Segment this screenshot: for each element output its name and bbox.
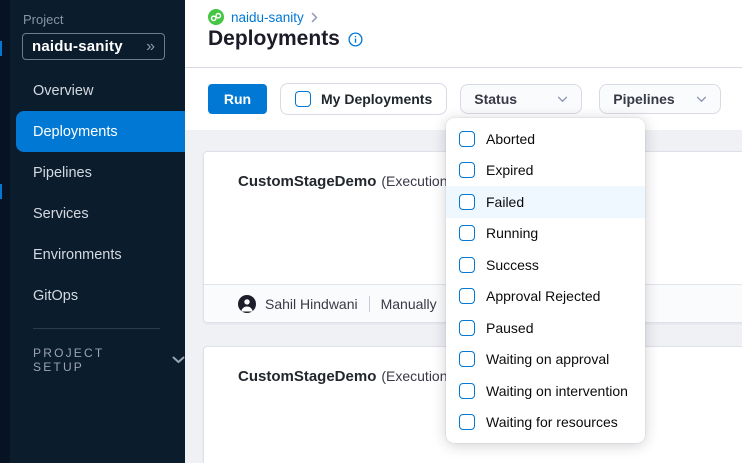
menu-item-waiting-on-intervention[interactable]: Waiting on intervention: [446, 375, 645, 407]
sidebar-item-services[interactable]: Services: [0, 193, 185, 234]
sidebar-divider: [33, 328, 160, 329]
menu-item-waiting-for-resources[interactable]: Waiting for resources: [446, 407, 645, 439]
cd-module-icon: [208, 9, 224, 25]
menu-checkbox[interactable]: [459, 162, 475, 178]
sidebar-item-pipelines[interactable]: Pipelines: [0, 152, 185, 193]
menu-checkbox[interactable]: [459, 351, 475, 367]
pipelines-filter-dropdown[interactable]: Pipelines: [599, 84, 721, 114]
menu-item-waiting-on-approval[interactable]: Waiting on approval: [446, 344, 645, 376]
menu-item-label: Waiting on intervention: [486, 383, 628, 399]
title-row: Deployments: [208, 27, 742, 51]
page-header: naidu-sanity Deployments: [185, 0, 742, 68]
page-title: Deployments: [208, 27, 340, 51]
pipelines-filter-label: Pipelines: [613, 91, 674, 107]
breadcrumb: naidu-sanity: [208, 9, 742, 25]
menu-item-label: Expired: [486, 162, 533, 178]
menu-item-running[interactable]: Running: [446, 218, 645, 250]
menu-item-label: Approval Rejected: [486, 288, 600, 304]
project-setup-label: PROJECT SETUP: [33, 346, 146, 374]
menu-checkbox[interactable]: [459, 288, 475, 304]
my-deployments-checkbox[interactable]: [295, 91, 311, 107]
sidebar-nav: Overview Deployments Pipelines Services …: [0, 70, 185, 374]
run-button[interactable]: Run: [208, 84, 267, 114]
project-sidebar: Project naidu-sanity » Overview Deployme…: [0, 0, 185, 463]
avatar: [238, 295, 256, 313]
project-setup-section[interactable]: PROJECT SETUP: [0, 346, 185, 374]
menu-checkbox[interactable]: [459, 194, 475, 210]
menu-checkbox[interactable]: [459, 414, 475, 430]
project-label: Project: [23, 12, 63, 27]
sidebar-item-label: Deployments: [33, 124, 118, 140]
pipeline-name[interactable]: CustomStageDemo: [238, 368, 376, 385]
my-deployments-filter[interactable]: My Deployments: [280, 83, 447, 115]
chevron-down-icon: [172, 356, 185, 364]
sidebar-item-label: GitOps: [33, 288, 78, 304]
main-area: naidu-sanity Deployments Run My Deployme…: [185, 0, 742, 463]
info-icon[interactable]: [348, 32, 363, 47]
menu-item-label: Running: [486, 225, 538, 241]
menu-item-label: Aborted: [486, 131, 535, 147]
menu-checkbox[interactable]: [459, 131, 475, 147]
menu-item-failed[interactable]: Failed: [446, 186, 645, 218]
menu-checkbox[interactable]: [459, 225, 475, 241]
chevron-down-icon: [557, 96, 568, 103]
project-name: naidu-sanity: [32, 38, 146, 55]
sidebar-item-label: Services: [33, 206, 89, 222]
menu-item-approval-rejected[interactable]: Approval Rejected: [446, 281, 645, 313]
sidebar-item-gitops[interactable]: GitOps: [0, 275, 185, 316]
chevron-down-icon: [696, 96, 707, 103]
menu-item-aborted[interactable]: Aborted: [446, 123, 645, 155]
status-filter-menu: Aborted Expired Failed Running Success A…: [446, 118, 645, 443]
status-filter-label: Status: [474, 91, 517, 107]
sidebar-item-label: Pipelines: [33, 165, 92, 181]
sidebar-item-environments[interactable]: Environments: [0, 234, 185, 275]
menu-item-label: Failed: [486, 194, 524, 210]
pipeline-name[interactable]: CustomStageDemo: [238, 173, 376, 190]
menu-checkbox[interactable]: [459, 320, 475, 336]
footer-separator: [369, 296, 370, 312]
module-indicator: [0, 41, 2, 56]
menu-item-paused[interactable]: Paused: [446, 312, 645, 344]
menu-item-expired[interactable]: Expired: [446, 155, 645, 187]
menu-item-label: Waiting for resources: [486, 414, 618, 430]
menu-item-success[interactable]: Success: [446, 249, 645, 281]
breadcrumb-project-link[interactable]: naidu-sanity: [231, 10, 304, 25]
triggered-by-user: Sahil Hindwani: [265, 296, 358, 312]
sidebar-item-deployments[interactable]: Deployments: [16, 111, 185, 152]
chevron-right-icon: [311, 12, 318, 23]
menu-checkbox[interactable]: [459, 383, 475, 399]
expand-double-chevron-icon[interactable]: »: [146, 39, 155, 55]
trigger-type: Manually: [381, 296, 437, 312]
sidebar-item-label: Environments: [33, 247, 122, 263]
menu-checkbox[interactable]: [459, 257, 475, 273]
menu-item-label: Waiting on approval: [486, 351, 609, 367]
menu-item-label: Paused: [486, 320, 533, 336]
menu-item-label: Success: [486, 257, 539, 273]
sidebar-item-label: Overview: [33, 83, 93, 99]
my-deployments-label: My Deployments: [321, 91, 432, 107]
status-filter-dropdown[interactable]: Status: [460, 84, 582, 114]
sidebar-item-overview[interactable]: Overview: [0, 70, 185, 111]
project-selector[interactable]: naidu-sanity »: [22, 33, 165, 60]
